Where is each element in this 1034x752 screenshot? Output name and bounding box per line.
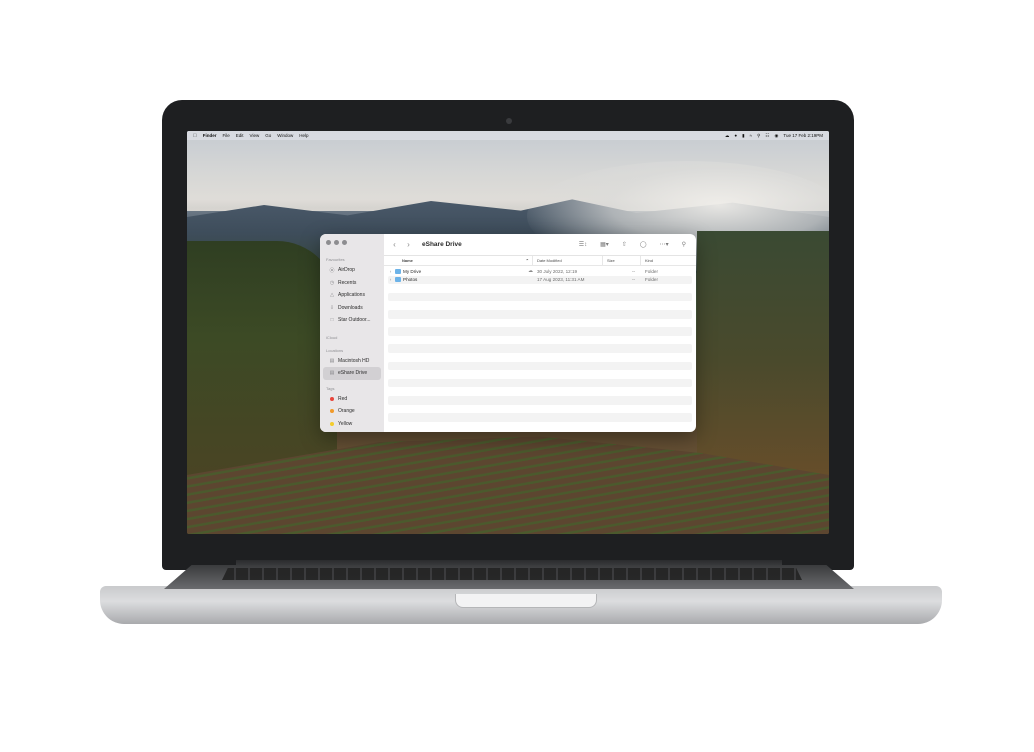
disclosure-chevron-icon[interactable]: › bbox=[388, 277, 393, 282]
sidebar-item-recents[interactable]: ◷ Recents bbox=[323, 277, 381, 290]
battery-icon[interactable]: ▮ bbox=[742, 133, 744, 139]
empty-row bbox=[388, 387, 692, 396]
menu-file[interactable]: File bbox=[223, 133, 230, 138]
empty-row bbox=[388, 344, 692, 353]
folder-icon bbox=[395, 268, 401, 274]
sidebar-tag-orange[interactable]: Orange bbox=[323, 405, 381, 418]
group-icon[interactable]: ▦▾ bbox=[600, 241, 609, 248]
folder-icon bbox=[395, 277, 401, 283]
folder-icon: □ bbox=[330, 317, 334, 324]
sidebar-item-star-outdoor[interactable]: □ Star Outdoor... bbox=[323, 314, 381, 327]
column-kind[interactable]: Kind bbox=[641, 256, 696, 265]
empty-row bbox=[388, 353, 692, 362]
more-icon[interactable]: ⋯▾ bbox=[660, 241, 669, 248]
table-row[interactable]: › My Drive ☁ 30 July 2022, 12:19 -- Folder bbox=[388, 267, 692, 276]
status-area: ☁ ● ▮ ≈ ⚲ ☷ ◉ Tue 17 Feb 2:19PM bbox=[725, 133, 823, 139]
applications-icon: △ bbox=[330, 292, 334, 299]
search-icon[interactable]: ⚲ bbox=[757, 133, 760, 139]
menu-view[interactable]: View bbox=[250, 133, 260, 138]
account-icon[interactable]: ● bbox=[734, 133, 737, 138]
sidebar-item-airdrop[interactable]: ⦿ AirDrop bbox=[323, 264, 381, 277]
list-view-icon[interactable]: ☰↕ bbox=[579, 241, 587, 248]
close-button[interactable] bbox=[326, 240, 331, 245]
empty-row bbox=[388, 361, 692, 371]
table-row[interactable]: › Photos 17 Aug 2023, 11:31 AM -- Folder bbox=[388, 275, 692, 285]
cloud-download-icon[interactable]: ☁ bbox=[528, 268, 533, 274]
window-title: eShare Drive bbox=[422, 241, 462, 248]
empty-row bbox=[388, 395, 692, 405]
apple-menu-icon[interactable]:  bbox=[193, 133, 197, 139]
disk-icon: ▤ bbox=[329, 357, 335, 364]
sidebar-tag-red[interactable]: Red bbox=[323, 393, 381, 406]
column-header: Name ⌃ Date Modified Size Kind bbox=[384, 256, 696, 266]
empty-row bbox=[388, 309, 692, 319]
airdrop-icon: ⦿ bbox=[329, 267, 335, 274]
empty-row bbox=[388, 378, 692, 388]
menu-finder[interactable]: Finder bbox=[203, 133, 217, 138]
download-icon: ⇩ bbox=[329, 304, 335, 311]
empty-row bbox=[388, 413, 692, 422]
empty-row bbox=[388, 336, 692, 345]
file-list: › My Drive ☁ 30 July 2022, 12:19 -- Folder… bbox=[384, 266, 696, 432]
search-icon[interactable]: ⚲ bbox=[682, 241, 686, 248]
sidebar-section-favourites: Favourites bbox=[326, 257, 345, 262]
empty-row bbox=[388, 284, 692, 293]
sort-chevron-up-icon: ⌃ bbox=[525, 258, 529, 263]
menubar-clock[interactable]: Tue 17 Feb 2:19PM bbox=[783, 133, 823, 138]
empty-row bbox=[388, 319, 692, 328]
sidebar-section-tags: Tags bbox=[326, 385, 335, 391]
menu-window[interactable]: Window bbox=[277, 133, 293, 138]
wallpaper-forest-right bbox=[697, 231, 829, 491]
wallpaper-forest-left bbox=[187, 241, 337, 481]
empty-row bbox=[388, 370, 692, 379]
empty-row bbox=[388, 301, 692, 310]
empty-row bbox=[388, 405, 692, 414]
forward-chevron-icon[interactable]: › bbox=[404, 240, 413, 249]
share-icon[interactable]: ⇧ bbox=[622, 241, 627, 248]
tag-icon[interactable]: ◯ bbox=[640, 241, 647, 248]
zoom-button[interactable] bbox=[342, 240, 347, 245]
menu-go[interactable]: Go bbox=[265, 133, 271, 138]
column-date-modified[interactable]: Date Modified bbox=[533, 256, 603, 265]
minimize-button[interactable] bbox=[334, 240, 339, 245]
control-center-icon[interactable]: ☷ bbox=[765, 133, 769, 139]
sidebar-section-locations: Locations bbox=[326, 347, 344, 353]
desktop-screen:  Finder File Edit View Go Window Help ☁… bbox=[187, 131, 829, 534]
laptop-keyboard bbox=[222, 568, 802, 580]
sidebar-item-downloads[interactable]: ⇩ Downloads bbox=[323, 302, 381, 315]
cloud-status-icon[interactable]: ☁ bbox=[725, 133, 730, 139]
finder-content: ‹ › eShare Drive ☰↕ ▦▾ ⇧ ◯ ⋯▾ ⚲ Name ⌃ Da… bbox=[384, 234, 696, 432]
wifi-icon[interactable]: ≈ bbox=[750, 133, 752, 138]
window-controls bbox=[320, 240, 384, 245]
back-chevron-icon[interactable]: ‹ bbox=[390, 240, 399, 249]
finder-window: Favourites ⦿ AirDrop ◷ Recents △ Applicatio… bbox=[320, 234, 696, 432]
finder-sidebar: Favourites ⦿ AirDrop ◷ Recents △ Applicatio… bbox=[320, 234, 384, 432]
column-name[interactable]: Name ⌃ bbox=[384, 256, 533, 265]
empty-row bbox=[388, 327, 692, 336]
disclosure-chevron-icon[interactable]: › bbox=[388, 269, 393, 274]
cloud-drive-icon: ▤ bbox=[329, 370, 335, 377]
column-size[interactable]: Size bbox=[603, 256, 641, 265]
webcam bbox=[506, 118, 512, 124]
siri-icon[interactable]: ◉ bbox=[774, 133, 778, 139]
empty-row bbox=[388, 292, 692, 302]
orange-tag-dot bbox=[330, 409, 334, 414]
sidebar-item-macintosh-hd[interactable]: ▤ Macintosh HD bbox=[323, 355, 381, 368]
laptop-lid-notch bbox=[455, 594, 597, 608]
clock-icon: ◷ bbox=[329, 279, 335, 286]
sidebar-section-icloud[interactable]: iCloud bbox=[320, 335, 384, 340]
sidebar-item-eshare-drive[interactable]: ▤ eShare Drive bbox=[323, 367, 381, 380]
sidebar-tag-yellow[interactable]: Yellow bbox=[323, 418, 381, 431]
finder-toolbar: ‹ › eShare Drive ☰↕ ▦▾ ⇧ ◯ ⋯▾ ⚲ bbox=[384, 234, 696, 256]
yellow-tag-dot bbox=[330, 421, 334, 426]
laptop-mockup:  Finder File Edit View Go Window Help ☁… bbox=[0, 0, 1034, 752]
menu-edit[interactable]: Edit bbox=[236, 133, 244, 138]
red-tag-dot bbox=[330, 396, 334, 401]
menu-help[interactable]: Help bbox=[299, 133, 308, 138]
sidebar-item-applications[interactable]: △ Applications bbox=[323, 289, 381, 302]
menu-bar:  Finder File Edit View Go Window Help ☁… bbox=[187, 131, 829, 140]
